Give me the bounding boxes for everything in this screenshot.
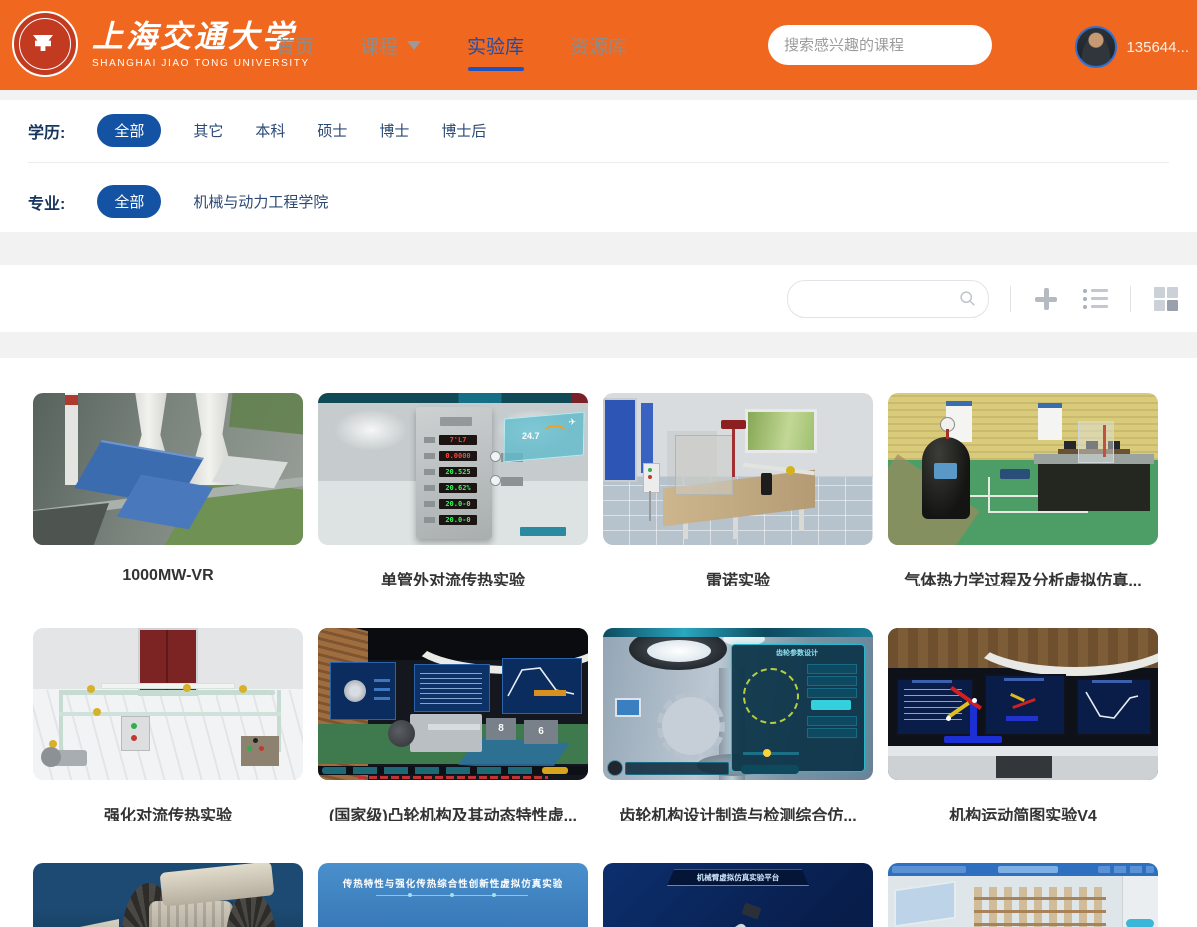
card-thumbnail-gas-thermo[interactable] — [888, 393, 1158, 545]
filter-row-major: 专业: 全部 机械与动力工程学院 — [0, 163, 1197, 233]
experiment-card[interactable]: 传热特性与强化传热综合性创新性虚拟仿真实验 — [318, 863, 588, 927]
filter-label-major: 专业: — [28, 190, 65, 214]
card-thumbnail-cam-lab[interactable]: 8 6 — [318, 628, 588, 780]
card-thumbnail-robot-room[interactable] — [888, 863, 1158, 927]
header-search — [768, 25, 992, 65]
list-toolbar — [0, 265, 1197, 332]
divider-band — [0, 232, 1197, 265]
experiment-card[interactable]: 8 6 (国家级)凸轮机构及其动态特性虚... — [318, 628, 588, 821]
chimney — [65, 393, 78, 485]
toolbar-divider — [1130, 286, 1131, 312]
filter-panel: 学历: 全部 其它 本科 硕士 博士 博士后 专业: 全部 机械与动力工程学院 — [0, 100, 1197, 232]
banner-title: 传热特性与强化传热综合性创新性虚拟仿真实验 — [318, 876, 588, 890]
chevron-down-icon — [407, 41, 421, 50]
page: 上海交通大学 SHANGHAI JIAO TONG UNIVERSITY 首页 … — [0, 0, 1197, 927]
card-title: 强化对流传热实验 — [33, 802, 303, 821]
experiment-card-grid: 1000MW-VR 7'L7 0.0000 20.525 20.62% 20.0… — [33, 393, 1173, 927]
experiment-card[interactable]: 7'L7 0.0000 20.525 20.62% 20.0-0 20.0-0 … — [318, 393, 588, 586]
control-box — [121, 716, 150, 751]
experiment-card[interactable]: 强化对流传热实验 — [33, 628, 303, 821]
gear — [657, 692, 725, 760]
filter-row-education: 学历: 全部 其它 本科 硕士 博士 博士后 — [0, 100, 1197, 162]
card-thumbnail-reynolds-lab[interactable] — [603, 393, 873, 545]
header-search-input[interactable] — [768, 25, 992, 65]
card-thumbnail-turbine[interactable] — [33, 863, 303, 927]
card-thumbnail-convection-rig[interactable] — [33, 628, 303, 780]
filter-major-all-pill[interactable]: 全部 — [97, 185, 161, 218]
filter-education-postdoc[interactable]: 博士后 — [441, 120, 486, 141]
card-title: 1000MW-VR — [33, 567, 303, 586]
divider-band — [0, 332, 1197, 358]
cam-disc — [388, 720, 415, 747]
filter-education-all-pill[interactable]: 全部 — [97, 114, 161, 147]
experiment-card[interactable]: 机械臂虚拟仿真实验平台 — [603, 863, 873, 927]
filter-label-education: 学历: — [28, 119, 65, 143]
monitor — [984, 674, 1066, 736]
card-thumbnail-gear-design[interactable]: 齿轮参数设计 — [603, 628, 873, 780]
nav-item-courses[interactable]: 课程 — [360, 0, 421, 90]
card-title: 齿轮机构设计制造与检测综合仿... — [603, 802, 873, 821]
experiment-card[interactable] — [33, 863, 303, 927]
header: 上海交通大学 SHANGHAI JIAO TONG UNIVERSITY 首页 … — [0, 0, 1197, 90]
list-search — [787, 280, 989, 318]
divider-band — [0, 90, 1197, 100]
card-thumbnail-heat-banner[interactable]: 传热特性与强化传热综合性创新性虚拟仿真实验 — [318, 863, 588, 927]
experiment-card[interactable] — [888, 863, 1158, 927]
grid-view-icon — [1154, 287, 1178, 311]
card-thumbnail-linkage-lab[interactable] — [888, 628, 1158, 780]
username: 135644... — [1126, 39, 1189, 56]
university-brand[interactable]: 上海交通大学 SHANGHAI JIAO TONG UNIVERSITY — [12, 11, 310, 77]
grid-view-button[interactable] — [1152, 285, 1180, 313]
card-title: 机构运动简图实验V4 — [888, 802, 1158, 821]
plane-icon — [568, 417, 576, 428]
filter-major-mechanical[interactable]: 机械与动力工程学院 — [193, 191, 328, 212]
lab-bench — [1038, 459, 1150, 511]
avatar[interactable] — [1075, 26, 1117, 68]
experiment-card[interactable]: 气体热力学过程及分析虚拟仿真... — [888, 393, 1158, 586]
list-view-button[interactable] — [1081, 285, 1109, 313]
university-seal-logo — [12, 11, 78, 77]
add-button[interactable] — [1032, 285, 1060, 313]
list-view-icon — [1083, 289, 1108, 309]
filter-education-other[interactable]: 其它 — [193, 120, 223, 141]
experiment-card[interactable]: 齿轮参数设计 齿轮机构设计制造与检测综合仿... — [603, 628, 873, 821]
platform-title: 机械臂虚拟仿真实验平台 — [667, 872, 809, 883]
card-thumbnail-robot-arm[interactable]: 机械臂虚拟仿真实验平台 — [603, 863, 873, 927]
list-search-input[interactable] — [788, 281, 988, 317]
card-thumbnail-control-panel[interactable]: 7'L7 0.0000 20.525 20.62% 20.0-0 20.0-0 … — [318, 393, 588, 545]
nav-item-resources[interactable]: 资源库 — [570, 0, 627, 90]
user-account[interactable]: 135644... — [1075, 26, 1189, 68]
toolbar-divider — [1010, 286, 1011, 312]
card-title: 单管外对流传热实验 — [318, 567, 588, 586]
filter-education-master[interactable]: 硕士 — [317, 120, 347, 141]
plus-icon — [1035, 288, 1057, 310]
card-title: 雷诺实验 — [603, 567, 873, 586]
card-title: 气体热力学过程及分析虚拟仿真... — [888, 567, 1158, 586]
card-title: (国家级)凸轮机构及其动态特性虚... — [318, 802, 588, 821]
filter-education-bachelor[interactable]: 本科 — [255, 120, 285, 141]
nav-item-experiments[interactable]: 实验库 — [467, 0, 524, 90]
water-tank — [675, 435, 733, 495]
wall-picture — [745, 409, 817, 453]
filter-education-doctor[interactable]: 博士 — [379, 120, 409, 141]
nav-item-home[interactable]: 首页 — [276, 0, 314, 90]
pump — [49, 750, 87, 766]
lab-door — [603, 398, 637, 482]
main-nav: 首页 课程 实验库 资源库 — [276, 0, 627, 90]
experiment-card[interactable]: 机构运动简图实验V4 — [888, 628, 1158, 821]
experiment-card[interactable]: 1000MW-VR — [33, 393, 303, 586]
active-nav-underline — [468, 67, 524, 71]
experiment-card[interactable]: 雷诺实验 — [603, 393, 873, 586]
search-icon[interactable] — [959, 290, 976, 307]
card-thumbnail-power-plant[interactable] — [33, 393, 303, 545]
